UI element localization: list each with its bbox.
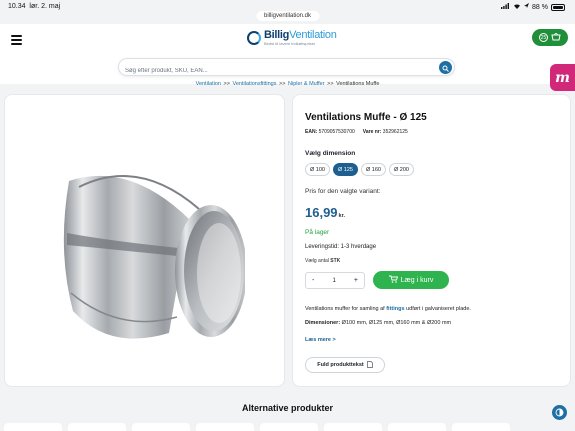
basket-icon	[551, 31, 561, 43]
logo-tagline: Bedst til lavere indkøbspriser	[264, 41, 316, 46]
dimension-label: Vælg dimension	[305, 150, 356, 157]
alternative-product-card[interactable]	[324, 423, 382, 431]
breadcrumb-separator: >>	[223, 81, 230, 87]
cart-count: 25	[539, 33, 548, 42]
logo-name: BilligVentilation	[264, 29, 337, 41]
breadcrumb-item-ventilationsfittings[interactable]: Ventilationsfittings	[232, 81, 276, 87]
product-dimensions: Dimensioner: Ø100 mm, Ø125 mm, Ø160 mm &…	[305, 320, 452, 326]
signal-icon	[501, 3, 510, 11]
search-bar	[118, 58, 455, 79]
breadcrumb-separator: >>	[279, 81, 286, 87]
alternative-products-list	[0, 423, 575, 431]
alternative-product-card[interactable]	[260, 423, 318, 431]
alternative-products-heading: Alternative produkter	[241, 403, 334, 413]
status-time: 10.34 lør. 2. maj	[8, 3, 61, 10]
breadcrumb-separator: >>	[327, 81, 334, 87]
quantity-value[interactable]: 1	[332, 278, 335, 284]
site-header: BilligVentilation Bedst til lavere indkø…	[0, 24, 575, 84]
price: 16,99kr.	[305, 205, 345, 220]
dimension-option-125[interactable]: Ø 125	[333, 163, 358, 176]
product-image[interactable]	[49, 121, 245, 361]
ean: EAN: 5709057530700	[305, 129, 355, 135]
breadcrumb-item-ventilation[interactable]: Ventilation	[196, 81, 221, 87]
alternative-product-card[interactable]	[388, 423, 446, 431]
full-product-text-button[interactable]: Fuld produkttekst	[305, 357, 385, 373]
quantity-stepper: - 1 +	[305, 272, 365, 289]
quantity-minus-button[interactable]: -	[312, 277, 314, 284]
wifi-icon	[513, 3, 521, 11]
delivery-time: Leveringstid: 1-3 hverdage	[305, 244, 377, 250]
quantity-label: Vælg antal STK	[305, 258, 341, 264]
product-description: Ventilations muffer for samling af fitti…	[305, 306, 471, 312]
location-icon	[524, 3, 530, 11]
add-to-cart-label: Læg i kurv	[400, 276, 434, 284]
product-image-card	[4, 94, 285, 387]
dimension-option-200[interactable]: Ø 200	[389, 163, 414, 176]
accessibility-button[interactable]	[552, 405, 567, 420]
breadcrumb-item-nipler-muffer[interactable]: Nipler & Muffer	[288, 81, 325, 87]
product-title: Ventilations Muffe - Ø 125	[305, 112, 427, 123]
cart-button[interactable]: 25	[532, 29, 568, 46]
dimension-option-160[interactable]: Ø 160	[361, 163, 386, 176]
quantity-plus-button[interactable]: +	[354, 277, 358, 284]
add-to-cart-button[interactable]: Læg i kurv	[373, 271, 449, 289]
fittings-link[interactable]: fittings	[386, 306, 404, 312]
alternative-product-card[interactable]	[4, 423, 62, 431]
alternative-product-card[interactable]	[196, 423, 254, 431]
document-icon	[366, 360, 373, 370]
side-widget-tab[interactable]: m	[550, 64, 575, 91]
site-logo[interactable]: BilligVentilation Bedst til lavere indkø…	[247, 30, 337, 46]
status-indicators: 88 %	[501, 3, 565, 11]
accessibility-icon	[555, 404, 564, 422]
search-icon	[442, 59, 449, 77]
dimension-options: Ø 100 Ø 125 Ø 160 Ø 200	[305, 163, 414, 176]
search-button[interactable]	[439, 61, 452, 74]
battery-icon	[551, 3, 565, 11]
alternative-product-card[interactable]	[68, 423, 126, 431]
product-meta: EAN: 5709057530700 Vare nr: 352962125	[305, 129, 408, 135]
product-info-card: Ventilations Muffe - Ø 125 EAN: 57090575…	[292, 94, 571, 387]
cart-icon	[388, 275, 398, 285]
battery-percent: 88 %	[532, 3, 548, 11]
alternative-product-card[interactable]	[132, 423, 190, 431]
stock-status: På lager	[305, 229, 330, 236]
read-more-link[interactable]: Læs mere >	[305, 337, 336, 343]
menu-icon[interactable]	[11, 35, 22, 45]
search-input[interactable]	[119, 63, 419, 79]
alternative-product-card[interactable]	[452, 423, 510, 431]
logo-mark-icon	[247, 31, 261, 45]
breadcrumb-current: Ventilations Muffe	[336, 81, 380, 87]
dimension-option-100[interactable]: Ø 100	[305, 163, 330, 176]
price-label: Pris for den valgte variant:	[305, 188, 381, 195]
url-bar[interactable]: billigventilation.dk	[255, 11, 320, 21]
breadcrumb: Ventilation >> Ventilationsfittings >> N…	[0, 81, 575, 87]
vare-nr: Vare nr: 352962125	[362, 129, 408, 135]
